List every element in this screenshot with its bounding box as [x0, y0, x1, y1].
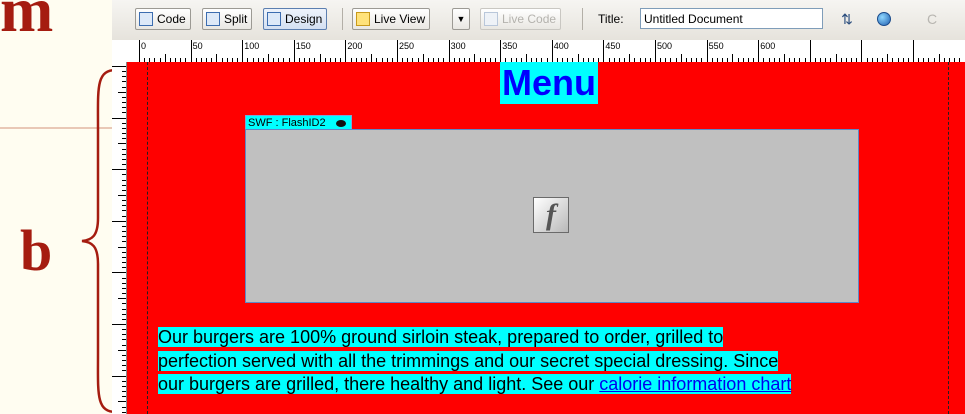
ruler-tick-label: 50 — [192, 41, 203, 51]
ruler-tick-label: 150 — [295, 41, 311, 51]
paragraph-line: Our burgers are 100% ground sirloin stea… — [158, 327, 724, 347]
body-paragraph[interactable]: Our burgers are 100% ground sirloin stea… — [158, 326, 953, 397]
design-view-label: Design — [285, 12, 323, 26]
live-code-button[interactable]: Live Code — [480, 8, 562, 30]
slide-heading-fragment: m — [0, 0, 54, 45]
page-heading[interactable]: Menu — [500, 62, 598, 104]
ruler-tick-label: 350 — [502, 41, 518, 51]
slide-label-b: b — [20, 218, 53, 283]
ruler-tick-label: 300 — [450, 41, 466, 51]
swf-placeholder[interactable]: f — [245, 129, 859, 303]
toolbar-separator — [342, 8, 343, 30]
dreamweaver-document-window: Code Split Design Live View ▼ Live Code … — [112, 0, 965, 414]
paragraph-line: our burgers are grilled, there healthy a… — [158, 374, 600, 394]
lightning-icon — [356, 12, 370, 26]
ruler-tick-label: 100 — [244, 41, 260, 51]
ruler-tick-label: 500 — [657, 41, 673, 51]
design-canvas[interactable]: Menu SWF : FlashID2 f Our burgers are 10… — [127, 62, 965, 414]
ruler-tick-label: 400 — [553, 41, 569, 51]
refresh-icon[interactable]: C — [920, 9, 944, 29]
left-page-guide — [147, 62, 148, 414]
document-toolbar: Code Split Design Live View ▼ Live Code … — [112, 0, 965, 41]
design-view-button[interactable]: Design — [263, 8, 328, 30]
title-label: Title: — [598, 12, 624, 26]
ruler-tick-label: 600 — [760, 41, 776, 51]
code-view-label: Code — [157, 12, 186, 26]
code-view-button[interactable]: Code — [135, 8, 191, 30]
split-view-button[interactable]: Split — [202, 8, 253, 30]
ruler-tick-label: 550 — [708, 41, 724, 51]
live-code-label: Live Code — [502, 12, 557, 26]
split-view-label: Split — [224, 12, 248, 26]
toolbar-separator — [582, 8, 583, 30]
live-view-dropdown[interactable]: ▼ — [452, 8, 470, 30]
paragraph-line: perfection served with all the trimmings… — [158, 350, 779, 371]
calorie-chart-link[interactable]: calorie information chart — [599, 374, 792, 394]
code-icon — [139, 12, 153, 26]
live-view-label: Live View — [374, 12, 426, 26]
document-title-field[interactable] — [640, 8, 823, 29]
eye-icon[interactable] — [335, 120, 346, 127]
ruler-tick-label: 0 — [141, 41, 147, 51]
live-code-icon — [484, 12, 498, 26]
design-icon — [267, 12, 281, 26]
ruler-tick-label: 200 — [347, 41, 363, 51]
split-icon — [206, 12, 220, 26]
globe-preview-icon[interactable] — [872, 9, 896, 29]
flash-icon: f — [533, 197, 569, 233]
chevron-down-icon: ▼ — [456, 14, 466, 24]
ruler-tick-label: 250 — [399, 41, 415, 51]
live-view-button[interactable]: Live View — [352, 8, 431, 30]
file-management-icon[interactable]: ⇅ — [835, 9, 859, 29]
vertical-ruler — [112, 62, 127, 414]
horizontal-ruler: 0 50 100 150 200 250 300 350 400 450 500 550 600 — [112, 40, 965, 63]
ruler-ticks — [139, 40, 960, 62]
ruler-tick-label: 450 — [605, 41, 621, 51]
vertical-ruler-ticks — [112, 66, 126, 413]
